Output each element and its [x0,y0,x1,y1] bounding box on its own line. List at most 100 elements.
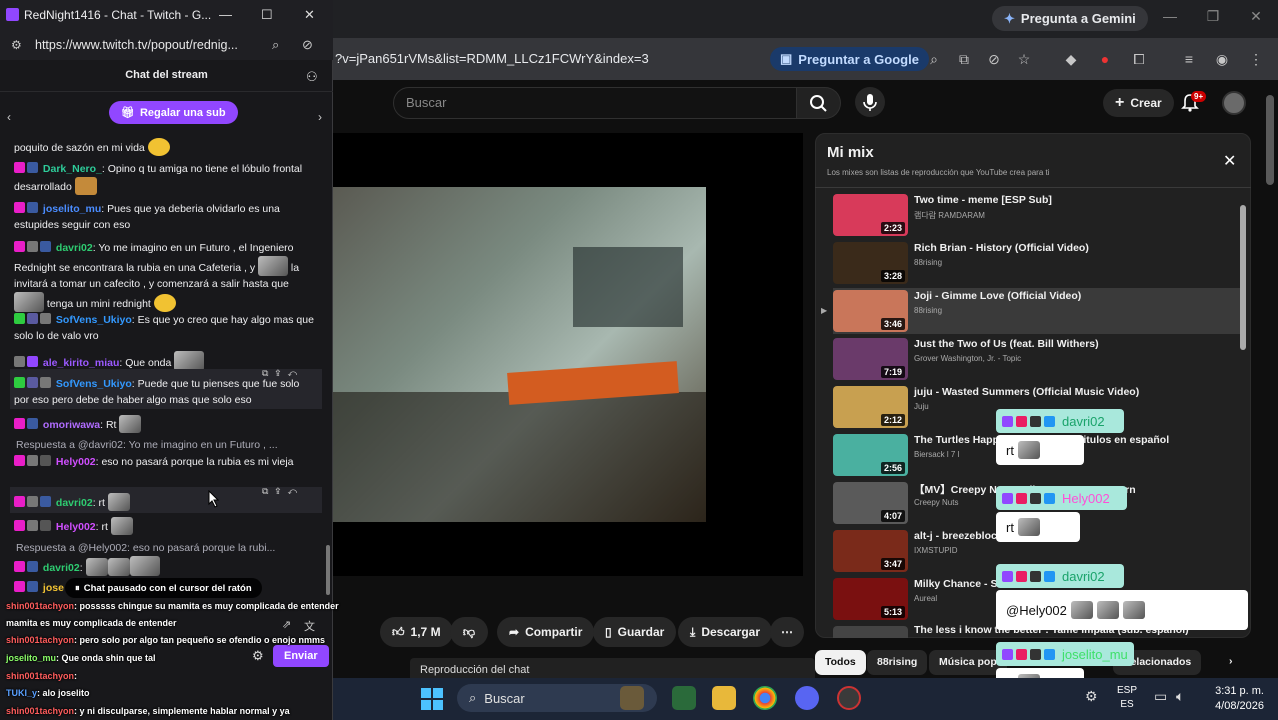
chat-settings-gear-icon[interactable]: ⚙ [252,648,264,664]
create-button[interactable]: + Crear [1103,89,1174,117]
video-thumbnail[interactable]: 2:23 [833,194,908,236]
app-icon[interactable] [672,686,696,710]
video-thumbnail[interactable] [833,626,908,638]
channel-name[interactable]: Biersack l 7 l [914,450,959,459]
zoom-icon[interactable]: ⌕ [272,37,279,53]
video-title[interactable]: alt-j - breezeblocks [914,530,1009,542]
chat-username[interactable]: jose [43,582,64,594]
app-icon[interactable] [837,686,861,710]
chevron-right-icon[interactable]: › [318,110,322,124]
translate-icon[interactable]: 文 [304,618,315,634]
display-icon[interactable]: ▭ [1154,688,1167,705]
playlist-scrollbar[interactable] [1240,205,1246,350]
url-text[interactable]: ?v=jPan651rVMs&list=RDMM_LLCz1FCWrY&inde… [335,51,649,66]
playlist-item[interactable]: 7:19 Just the Two of Us (feat. Bill Withe… [833,336,1243,382]
volume-icon[interactable]: 🔈︎ [1176,688,1184,705]
video-thumbnail[interactable]: 3:28 [833,242,908,284]
chat-username[interactable]: davri02 [56,497,93,509]
video-thumbnail[interactable]: 7:19 [833,338,908,380]
video-thumbnail[interactable]: 5:13 [833,578,908,620]
page-scrollbar[interactable] [1266,95,1274,185]
language-indicator[interactable]: ESP ES [1117,684,1137,712]
chat-username[interactable]: ale_kirito_miau [43,357,119,369]
site-settings-icon[interactable]: ⚙ [11,38,22,52]
chat-username[interactable]: SofVens_Ukiyo [56,314,132,326]
clock[interactable]: 3:31 p. m. 4/08/2026 [1208,684,1264,714]
playlist-item[interactable]: 3:28 Rich Brian - History (Official Video… [833,240,1243,286]
discord-icon[interactable] [795,686,819,710]
save-button[interactable]: ▯ Guardar [593,617,677,647]
video-thumbnail[interactable]: 3:46 [833,290,908,332]
close-window-icon[interactable]: ✕ [1246,8,1266,28]
video-frame[interactable] [333,187,706,522]
chrome-icon[interactable] [753,686,777,710]
voice-search-button[interactable] [855,87,885,117]
share-button[interactable]: ➦ Compartir [497,617,595,647]
chat-username[interactable]: Dark_Nero_ [43,163,102,175]
reply-reference[interactable]: Respuesta a @Hely002: eso no pasará porq… [16,542,275,554]
channel-name[interactable]: 88rising [914,258,942,267]
gift-sub-button[interactable]: 🎁︎ Regalar una sub [109,101,238,124]
dislike-button[interactable]: 👎︎ [450,617,488,647]
video-thumbnail[interactable]: 4:07 [833,482,908,524]
puzzle-icon[interactable]: ⧠ [1130,50,1148,68]
channel-name[interactable]: 88rising [914,306,942,315]
video-title[interactable]: Just the Two of Us (feat. Bill Withers) [914,338,1099,350]
playlist-item[interactable]: 2:23 Two time - meme [ESP Sub] 램다람 RAMDARA… [833,192,1243,238]
chat-username[interactable]: davri02 [56,242,93,254]
chat-username[interactable]: joselito_mu [43,203,101,215]
download-button[interactable]: ⤓ Descargar [678,617,773,647]
channel-name[interactable]: 램다람 RAMDARAM [914,210,985,221]
chat-username[interactable]: omoriwawa [43,419,100,431]
eye-off-icon[interactable]: ⊘ [985,50,1003,68]
bits-icon[interactable]: ⇗ [282,618,291,631]
minimize-icon[interactable]: — [219,7,232,22]
chevron-right-icon[interactable]: › [1220,650,1248,675]
maximize-icon[interactable]: ☐ [261,7,273,23]
video-thumbnail[interactable]: 2:56 [833,434,908,476]
like-button[interactable]: 👍︎ 1,7 M [380,617,453,647]
chat-username[interactable]: SofVens_Ukiyo [56,378,132,390]
channel-name[interactable]: IXMSTUPID [914,546,958,555]
avatar[interactable] [1222,91,1246,115]
chevron-left-icon[interactable]: ‹ [7,110,11,124]
gemini-button[interactable]: ✦ Pregunta a Gemini [992,6,1148,31]
video-title[interactable]: Rich Brian - History (Official Video) [914,242,1089,254]
message-tools[interactable]: ⧉⇪↶ [262,486,304,497]
channel-name[interactable]: Creepy Nuts [914,498,958,507]
community-users-icon[interactable]: ⚇ [306,69,318,85]
send-button[interactable]: Enviar [273,645,329,667]
chip-88rising[interactable]: 88rising [867,650,928,675]
close-icon[interactable]: ✕ [1223,151,1236,171]
restore-icon[interactable]: ❐ [1203,8,1223,28]
file-explorer-icon[interactable] [712,686,736,710]
profile-icon[interactable]: ◉ [1213,50,1231,68]
message-tools[interactable]: ⧉⇪↶ [262,368,304,379]
tab-search-icon[interactable]: ≡ [1180,50,1198,68]
bookmark-star-icon[interactable]: ☆ [1015,50,1033,68]
channel-name[interactable]: Grover Washington, Jr. - Topic [914,354,1021,363]
ask-google-button[interactable]: ▣ Preguntar a Google [770,47,929,71]
video-title[interactable]: Two time - meme [ESP Sub] [914,194,1052,206]
close-window-icon[interactable]: ✕ [304,7,315,23]
channel-name[interactable]: Juju [914,402,929,411]
chip-todos[interactable]: Todos [815,650,866,675]
youtube-search-button[interactable] [797,87,841,119]
more-actions-button[interactable]: ⋯ [770,617,804,647]
network-icon[interactable]: ⚙ [1085,688,1098,705]
minimize-icon[interactable]: — [1160,8,1180,28]
playlist-item[interactable]: 3:46 Joji - Gimme Love (Official Video) 88… [833,288,1243,334]
video-title[interactable]: Joji - Gimme Love (Official Video) [914,290,1081,302]
zoom-icon[interactable]: ⌕ [925,50,943,68]
twitch-url[interactable]: https://www.twitch.tv/popout/rednig... [35,38,238,52]
chat-scrollbar[interactable] [326,545,330,595]
eye-off-icon[interactable]: ⊘ [302,37,313,53]
video-thumbnail[interactable]: 2:12 [833,386,908,428]
chat-username[interactable]: Hely002 [56,521,96,533]
youtube-search-input[interactable]: Buscar [393,87,797,119]
reply-reference[interactable]: Respuesta a @davri02: Yo me imagino en u… [16,439,278,451]
extension-icon[interactable]: ◆ [1062,50,1080,68]
channel-name[interactable]: Aureal [914,594,937,603]
windows-start-icon[interactable] [421,688,443,710]
video-thumbnail[interactable]: 3:47 [833,530,908,572]
